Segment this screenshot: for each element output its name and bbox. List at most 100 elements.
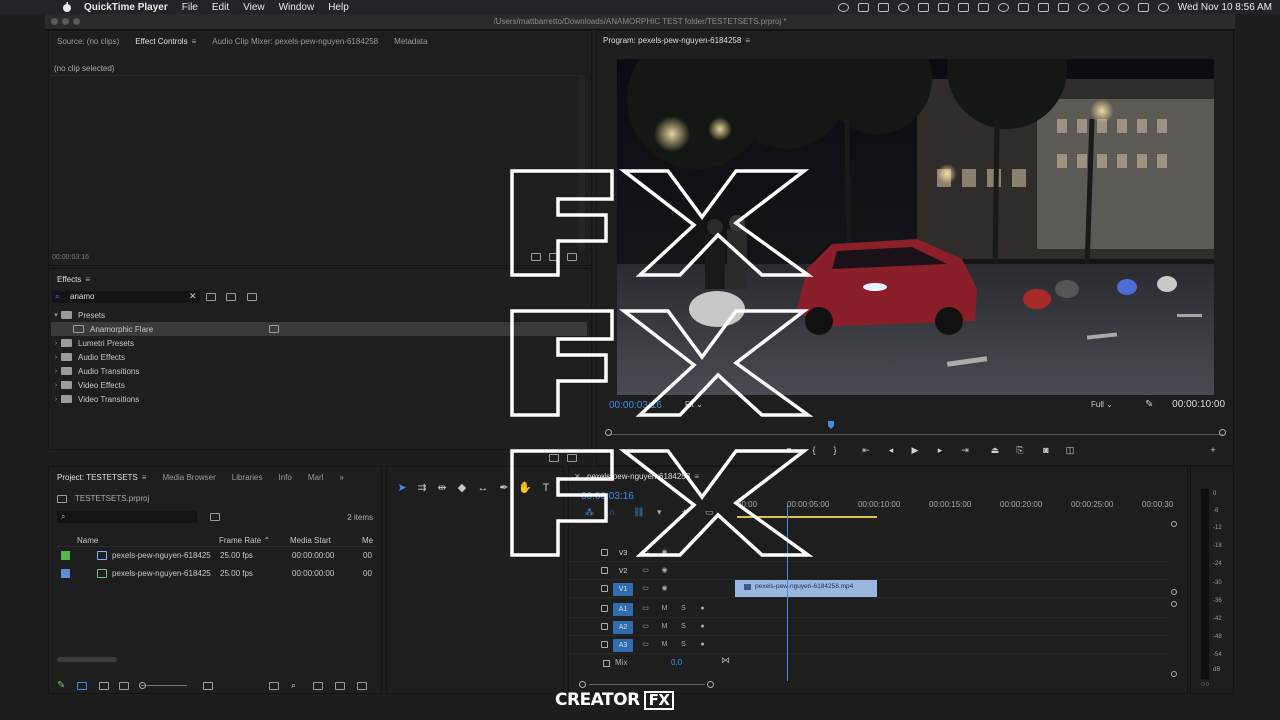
label-color-swatch[interactable]	[61, 551, 70, 560]
lift-icon[interactable]: ⏏	[989, 445, 1001, 455]
lock-icon[interactable]	[601, 567, 608, 574]
resolution-dropdown[interactable]: Full ⌄	[1091, 400, 1113, 409]
export-frame-icon[interactable]: ◙	[1040, 445, 1052, 455]
label-color-swatch[interactable]	[61, 569, 70, 578]
tab-source[interactable]: Source: (no clips)	[49, 37, 127, 46]
zoom-slider-handle[interactable]	[139, 682, 146, 689]
siri-icon[interactable]	[1157, 2, 1169, 12]
automate-to-sequence-icon[interactable]	[269, 682, 279, 690]
sync-lock-icon[interactable]: ▭	[641, 548, 650, 557]
tab-media-browser[interactable]: Media Browser	[154, 473, 223, 482]
zoom-slider[interactable]	[141, 685, 187, 686]
eye-icon[interactable]: ◉	[660, 566, 669, 575]
linked-selection-icon[interactable]: ⛓	[633, 507, 644, 518]
mix-value[interactable]: 0.0	[671, 658, 682, 667]
add-marker-icon[interactable]: ▾	[657, 507, 662, 518]
tree-item-lumetri-presets[interactable]: › Lumetri Presets	[51, 336, 134, 350]
mark-out-icon[interactable]: }	[829, 445, 841, 455]
tree-item-video-transitions[interactable]: › Video Transitions	[51, 392, 139, 406]
track-a2[interactable]: A2 ▭ M S ●	[569, 619, 1169, 636]
type-tool-icon[interactable]: T	[539, 481, 553, 495]
menu-edit[interactable]: Edit	[212, 2, 229, 13]
more-tabs-icon[interactable]: »	[331, 473, 351, 482]
mark-in-icon[interactable]: {	[808, 445, 820, 455]
play-circle-icon[interactable]	[997, 2, 1009, 12]
timeline-zoom-left[interactable]	[579, 681, 586, 688]
search-icon[interactable]	[1117, 2, 1129, 12]
minimize-window-button[interactable]	[62, 18, 69, 25]
chevron-down-icon[interactable]: ▾	[51, 311, 61, 319]
menu-help[interactable]: Help	[328, 2, 349, 13]
close-tab-icon[interactable]: ✕	[574, 472, 581, 481]
tab-metadata[interactable]: Metadata	[386, 37, 435, 46]
video-scroll-handle-bottom[interactable]	[1171, 589, 1177, 595]
audio-scroll-handle-bottom[interactable]	[1171, 671, 1177, 677]
sync-lock-icon[interactable]: ▭	[641, 604, 650, 613]
freeform-view-icon[interactable]	[119, 682, 129, 690]
user-icon[interactable]	[1097, 2, 1109, 12]
chevron-right-icon[interactable]: ›	[51, 354, 61, 361]
tab-effects[interactable]: Effects ≡	[49, 275, 98, 284]
find-icon[interactable]: ⌕	[291, 680, 296, 691]
fit-dropdown[interactable]: Fit ⌄	[685, 400, 703, 409]
table-row[interactable]: pexels-pew-nguyen-618425 25.00 fps 00:00…	[57, 566, 377, 583]
filter-icon[interactable]	[531, 253, 541, 261]
effects-search-input[interactable]: anamo	[52, 291, 200, 303]
import-icon[interactable]	[567, 253, 577, 261]
project-search-input[interactable]	[57, 511, 197, 523]
tab-project[interactable]: Project: TESTETSETS ≡	[49, 473, 154, 482]
step-back-icon[interactable]: ◂	[885, 445, 897, 455]
button-editor-icon[interactable]: +	[1207, 445, 1219, 455]
track-name[interactable]: V2	[613, 565, 633, 578]
zoom-window-button[interactable]	[73, 18, 80, 25]
timeline-menu-icon[interactable]: ≡	[694, 472, 699, 481]
tree-item-video-effects[interactable]: › Video Effects	[51, 378, 125, 392]
menu-view[interactable]: View	[243, 2, 265, 13]
zoom-handle-left[interactable]	[605, 429, 612, 436]
new-bin-icon[interactable]	[313, 682, 323, 690]
32bit-effects-icon[interactable]	[226, 293, 236, 301]
track-v2[interactable]: V2 ▭ ◉	[569, 563, 1169, 580]
app-menu[interactable]: QuickTime Player	[84, 2, 168, 13]
tab-markers[interactable]: Marl	[300, 473, 332, 482]
track-name[interactable]: A3	[613, 639, 633, 652]
record-icon[interactable]	[837, 2, 849, 12]
video-frame[interactable]	[617, 59, 1214, 395]
lock-icon[interactable]	[601, 605, 608, 612]
chevron-right-icon[interactable]: ›	[51, 368, 61, 375]
track-select-tool-icon[interactable]: ⇉	[415, 481, 429, 495]
clock[interactable]: Wed Nov 10 8:56 AM	[1178, 2, 1272, 13]
tab-audio-clip-mixer[interactable]: Audio Clip Mixer: pexels-pew-nguyen-6184…	[204, 37, 386, 46]
control-center-icon[interactable]	[1137, 2, 1149, 12]
solo-button[interactable]: S	[679, 604, 688, 613]
track-a1[interactable]: A1 ▭ M S ●	[569, 601, 1169, 618]
wifi-icon[interactable]	[1077, 2, 1089, 12]
zoom-handle-right[interactable]	[1219, 429, 1226, 436]
hand-tool-icon[interactable]: ✋	[518, 481, 532, 495]
video-scroll-handle[interactable]	[1171, 521, 1177, 527]
col-name[interactable]: Name	[77, 536, 98, 545]
settings-icon[interactable]: ✦	[681, 507, 689, 518]
screenshot-icon[interactable]	[957, 2, 969, 12]
track-name[interactable]: A2	[613, 621, 633, 634]
go-to-in-icon[interactable]: ⇤	[860, 445, 872, 455]
cloud-icon[interactable]	[897, 2, 909, 12]
track-v3[interactable]: V3 ▭ ◉	[569, 545, 1169, 562]
program-scrubber[interactable]	[609, 429, 1223, 435]
accelerated-effects-icon[interactable]	[206, 293, 216, 301]
tab-info[interactable]: Info	[270, 473, 299, 482]
program-menu-icon[interactable]: ≡	[745, 36, 750, 45]
table-row[interactable]: pexels-pew-nguyen-618425 25.00 fps 00:00…	[57, 548, 377, 565]
col-media-end[interactable]: Me	[362, 536, 373, 545]
program-timecode[interactable]: 00:00:03:16	[609, 400, 662, 411]
mix-toggle-icon[interactable]: ⋈	[721, 655, 730, 666]
slip-tool-icon[interactable]: ↔	[476, 481, 490, 495]
eye-icon[interactable]: ◉	[660, 584, 669, 593]
sync-lock-icon[interactable]: ▭	[641, 584, 650, 593]
mic-icon[interactable]: ●	[698, 622, 707, 631]
chevron-right-icon[interactable]: ›	[51, 340, 61, 347]
chevron-right-icon[interactable]: ›	[51, 396, 61, 403]
solo-button[interactable]: S	[679, 640, 688, 649]
apple-menu-icon[interactable]	[60, 2, 74, 12]
lock-icon[interactable]	[603, 660, 610, 667]
